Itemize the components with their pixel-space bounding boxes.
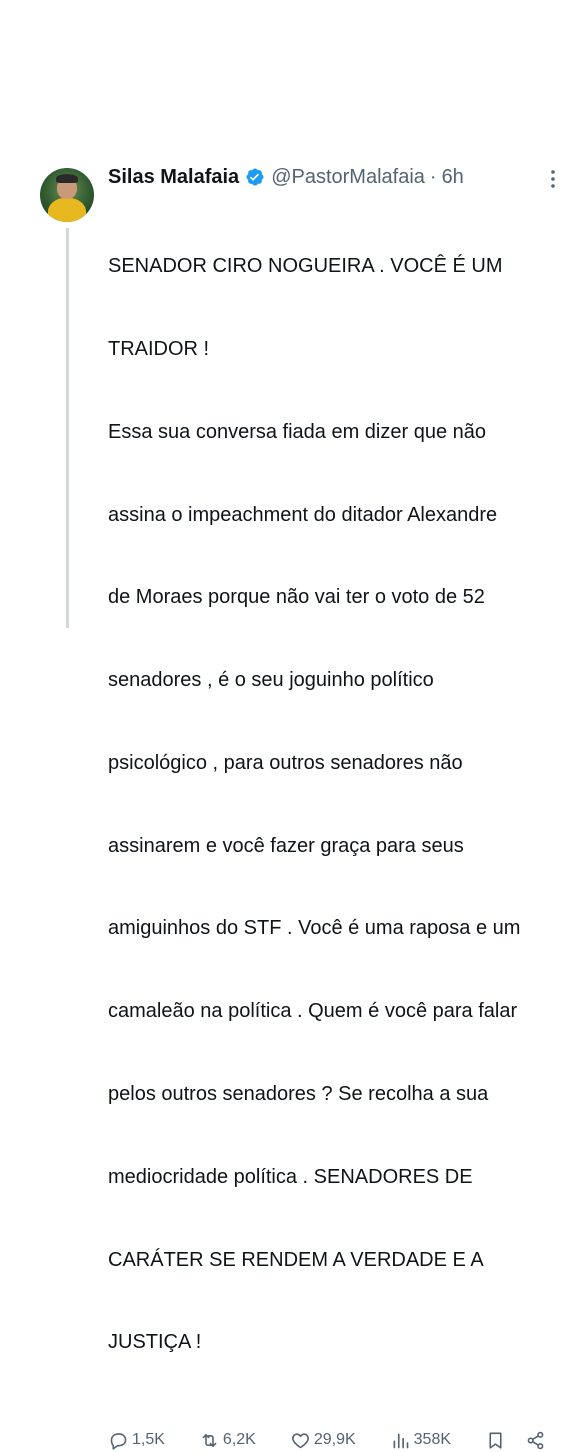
text-line: senadores , é o seu joguinho político (108, 669, 434, 692)
text-line: camaleão na política . Quem é você para … (108, 1000, 518, 1023)
author-name[interactable]: Silas Malafaia (108, 166, 239, 189)
verified-badge-icon (245, 167, 265, 187)
text-line: de Moraes porque não vai ter o voto de 5… (108, 586, 485, 609)
more-vertical-icon[interactable] (544, 168, 562, 196)
tweet-actions: 1,5K 6,2K 29,9K 358K (108, 1428, 548, 1452)
tweet-text: SENADOR CIRO NOGUEIRA . VOCÊ É UM TRAIDO… (108, 198, 528, 1412)
text-line: psicológico , para outros senadores não (108, 751, 463, 774)
text-line: CARÁTER SE RENDEM A VERDADE E A (108, 1248, 484, 1271)
text-line: amiguinhos do STF . Você é uma raposa e … (108, 917, 521, 940)
views-icon (393, 1433, 408, 1448)
separator: · (429, 165, 437, 188)
text-line: Essa sua conversa fiada em dizer que não (108, 420, 486, 443)
text-line: mediocridade política . SENADORES DE (108, 1165, 473, 1188)
timestamp[interactable]: 6h (442, 166, 464, 189)
reply-button[interactable]: 1,5K (108, 1430, 165, 1451)
views-button[interactable]: 358K (390, 1430, 451, 1451)
share-icon (527, 1431, 544, 1449)
text-line: SENADOR CIRO NOGUEIRA . VOCÊ É UM (108, 255, 503, 278)
retweet-count: 6,2K (222, 1431, 256, 1449)
text-line: TRAIDOR ! (108, 337, 210, 360)
bookmark-button[interactable] (485, 1430, 509, 1451)
retweet-button[interactable]: 6,2K (199, 1430, 256, 1451)
reply-icon (110, 1432, 127, 1450)
tweet-content: Silas Malafaia @PastorMalafaia · 6h SENA… (108, 160, 555, 1452)
heart-icon (291, 1433, 309, 1448)
text-line: pelos outros senadores ? Se recolha a su… (108, 1083, 489, 1105)
like-button[interactable]: 29,9K (290, 1430, 356, 1451)
tweet-header: Silas Malafaia @PastorMalafaia · 6h (108, 160, 555, 194)
text-line: JUSTIÇA ! (108, 1331, 202, 1354)
avatar[interactable] (40, 168, 94, 222)
reply-count: 1,5K (132, 1431, 165, 1449)
text-line: assina o impeachment do ditador Alexandr… (108, 503, 498, 526)
bookmark-icon (489, 1432, 502, 1449)
share-button[interactable] (525, 1430, 549, 1451)
author-handle[interactable]: @PastorMalafaia (271, 166, 425, 189)
text-line: assinarem e você fazer graça para seus (108, 834, 464, 857)
thread-line (66, 228, 69, 628)
views-count: 358K (413, 1431, 452, 1449)
like-count: 29,9K (313, 1431, 356, 1449)
retweet-icon (202, 1433, 217, 1447)
